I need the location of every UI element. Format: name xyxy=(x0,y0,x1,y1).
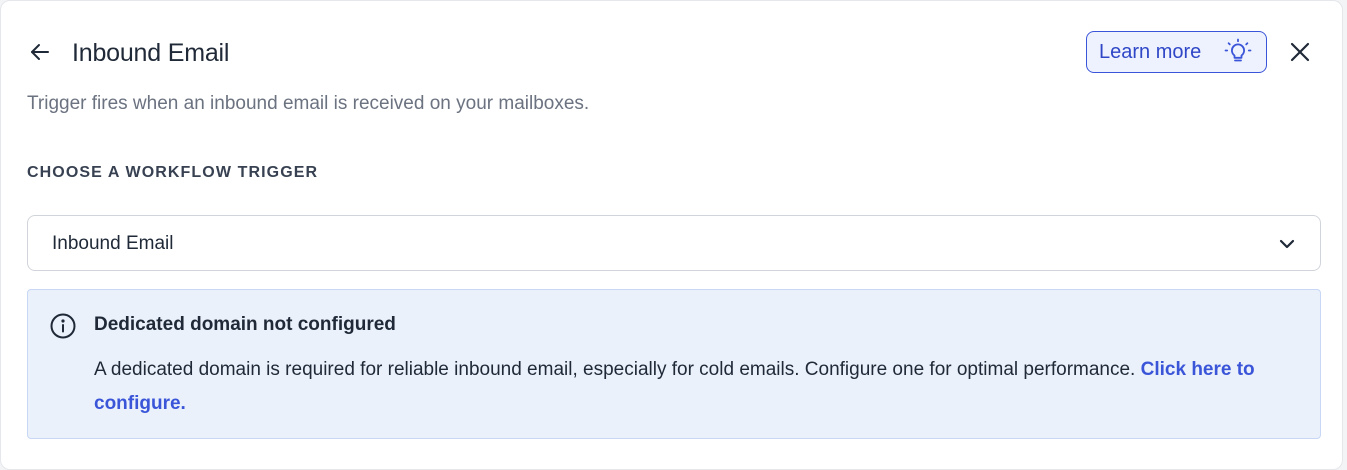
page-title: Inbound Email xyxy=(72,39,230,67)
section-label: CHOOSE A WORKFLOW TRIGGER xyxy=(27,164,319,181)
arrow-left-icon xyxy=(31,44,49,60)
info-icon xyxy=(50,313,76,339)
learn-more-button[interactable]: Learn more xyxy=(1086,31,1267,73)
learn-more-label: Learn more xyxy=(1099,41,1202,63)
trigger-description: Trigger fires when an inbound email is r… xyxy=(27,93,590,114)
alert-title: Dedicated domain not configured xyxy=(94,314,396,335)
selected-trigger-value: Inbound Email xyxy=(52,233,174,254)
back-button[interactable] xyxy=(27,39,53,65)
workflow-trigger-select[interactable]: Inbound Email xyxy=(27,215,1321,271)
trigger-panel: Inbound Email Learn more Trigger fires w… xyxy=(0,0,1343,470)
chevron-down-icon xyxy=(1279,239,1295,249)
close-icon xyxy=(1290,42,1310,62)
domain-alert: Dedicated domain not configured A dedica… xyxy=(27,289,1321,439)
lightbulb-icon xyxy=(1224,38,1252,62)
alert-message: A dedicated domain is required for relia… xyxy=(94,359,1136,380)
close-button[interactable] xyxy=(1287,39,1313,65)
alert-body: A dedicated domain is required for relia… xyxy=(94,353,1274,421)
